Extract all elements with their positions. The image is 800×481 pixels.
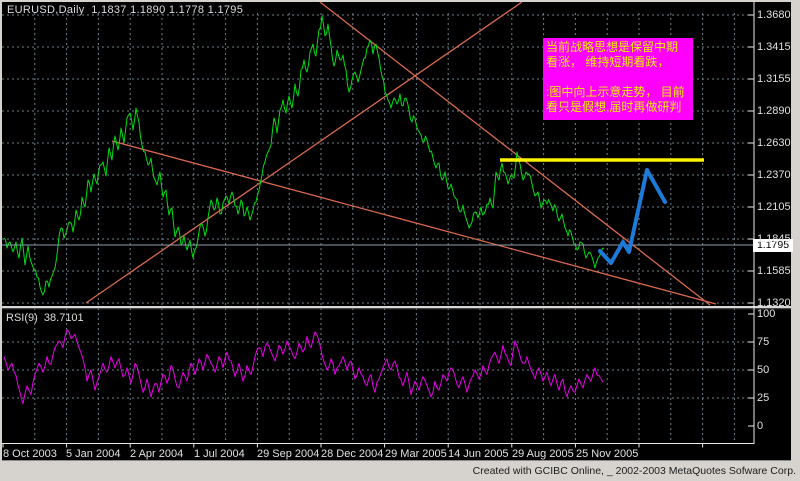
time-axis-label: 28 Dec 2004: [321, 448, 384, 460]
time-axis-label: 29 Sep 2004: [257, 448, 320, 460]
price-axis-label: 1.1845: [757, 232, 791, 245]
chart-title-ohlc: EURUSD,Daily 1.1837 1.1890 1.1778 1.1795: [7, 4, 244, 16]
trendline-ascending-support[interactable]: [85, 1, 523, 304]
time-axis-label: 1 Jul 2004: [194, 448, 245, 460]
time-axis-label: 29 Aug 2005: [512, 448, 574, 460]
time-axis-label: 5 Jan 2004: [66, 448, 121, 460]
rsi-axis-label: 100: [757, 307, 776, 320]
copyright-text: Created with GCIBC Online, _ 2002-2003 M…: [472, 465, 796, 477]
price-axis-label: 1.2630: [757, 136, 791, 149]
time-axis-label: 14 Jun 2005: [448, 448, 509, 460]
rsi-indicator-label: RSI(9) 38.7101: [6, 312, 84, 324]
rsi-axis-label: 75: [757, 335, 770, 348]
rsi-path: [3, 329, 604, 405]
rsi-axis-label: 0: [757, 419, 764, 432]
rsi-name: RSI(9): [6, 312, 38, 324]
note-line: :图中向上示意走势， 目前: [546, 85, 685, 99]
rsi-axis-label: 50: [757, 363, 770, 376]
price-axis-label: 1.2370: [757, 168, 791, 181]
price-path: [3, 15, 605, 296]
time-axis-label: 25 Nov 2005: [576, 448, 639, 460]
rsi-value: 38.7101: [43, 312, 84, 324]
price-axis-label: 1.3155: [757, 72, 791, 85]
price-axis-label: 1.3680: [757, 8, 791, 21]
price-axis-label: 1.1585: [757, 264, 791, 277]
note-line: 当前战略思想是保留中期: [546, 40, 679, 54]
strategy-note-box[interactable]: 当前战略思想是保留中期 看涨， 维持短期看跌， :图中向上示意走势， 目前 看只…: [543, 38, 693, 120]
rsi-axis-label: 25: [757, 391, 770, 404]
time-axis-label: 8 Oct 2003: [3, 448, 57, 460]
chart-window: EURUSD,Daily 1.1837 1.1890 1.1778 1.1795…: [0, 0, 800, 481]
note-line: [546, 70, 690, 85]
price-axis-label: 1.2105: [757, 200, 791, 213]
note-line: 看只是假想,届时再做研判: [546, 100, 682, 114]
time-axis-label: 29 Mar 2005: [385, 448, 447, 460]
time-axis-label: 2 Apr 2004: [130, 448, 184, 460]
price-axis-label: 1.2890: [757, 104, 791, 117]
blue-projection-object[interactable]: [598, 168, 667, 265]
price-axis-label: 1.3415: [757, 40, 791, 53]
note-line: 看涨， 维持短期看跌，: [546, 55, 670, 69]
price-axis-label: 1.1320: [757, 296, 791, 309]
